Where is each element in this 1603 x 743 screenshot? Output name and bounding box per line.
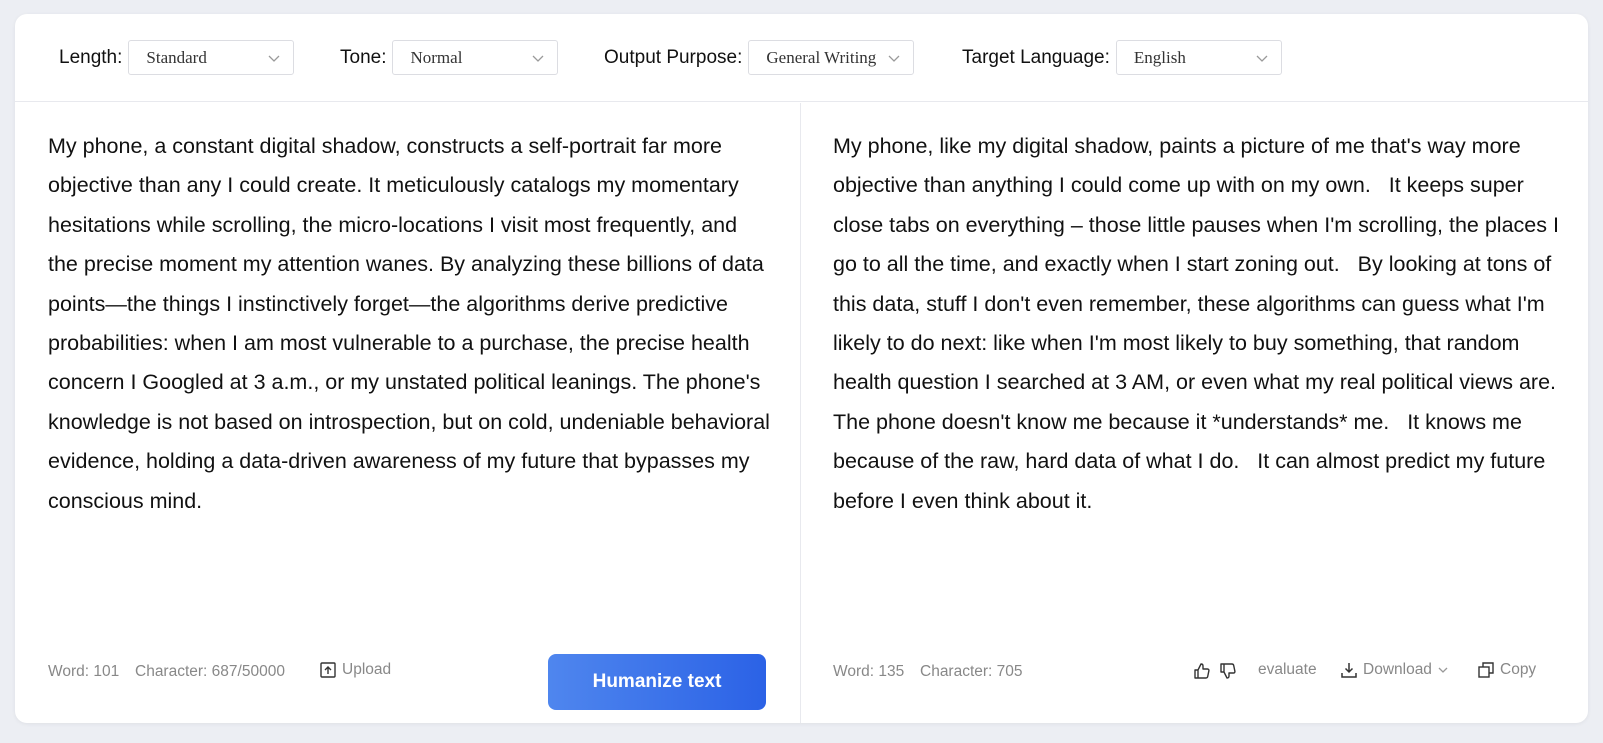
input-character-count: Character: 687/50000 <box>135 663 285 680</box>
length-value: Standard <box>146 47 207 67</box>
output-purpose-label: Output Purpose: <box>604 46 743 68</box>
input-word-count: Word: 101 <box>48 663 120 680</box>
thumbs-down-icon[interactable] <box>1218 661 1238 681</box>
output-text: My phone, like my digital shadow, paints… <box>833 134 1574 513</box>
tone-value: Normal <box>410 47 463 67</box>
thumbs-up-icon[interactable] <box>1192 661 1212 681</box>
copy-label: Copy <box>1500 661 1537 678</box>
humanizer-card: Length: Standard Tone: Normal Output Pur… <box>15 14 1588 723</box>
download-button[interactable]: Download <box>1340 661 1449 679</box>
copy-button[interactable]: Copy <box>1477 661 1536 679</box>
chevron-down-icon <box>1255 51 1269 65</box>
download-icon <box>1341 663 1357 678</box>
chevron-down-icon <box>531 51 545 65</box>
tone-label: Tone: <box>340 46 387 68</box>
input-text[interactable]: My phone, a constant digital shadow, con… <box>48 127 770 521</box>
target-language-value: English <box>1133 47 1186 67</box>
output-character-count: Character: 705 <box>920 663 1023 680</box>
output-purpose-control: Output Purpose: General Writing <box>604 40 915 75</box>
upload-button[interactable]: Upload <box>319 661 391 679</box>
chevron-down-icon <box>887 51 901 65</box>
download-label: Download <box>1363 661 1432 678</box>
output-purpose-select[interactable]: General Writing <box>748 40 915 75</box>
evaluate-label: evaluate <box>1258 661 1317 678</box>
chevron-down-icon <box>267 51 281 65</box>
output-purpose-value: General Writing <box>766 47 877 67</box>
evaluate-button[interactable]: evaluate <box>1258 661 1317 679</box>
tone-control: Tone: Normal <box>340 40 559 75</box>
output-panel: My phone, like my digital shadow, paints… <box>802 103 1588 723</box>
target-language-label: Target Language: <box>962 46 1110 68</box>
upload-label: Upload <box>342 661 392 678</box>
tone-select[interactable]: Normal <box>392 40 559 75</box>
target-language-select[interactable]: English <box>1115 40 1282 75</box>
input-footer: Word: 101 Character: 687/50000 Upload Hu… <box>15 637 800 723</box>
options-toolbar: Length: Standard Tone: Normal Output Pur… <box>15 14 1588 102</box>
upload-icon <box>320 662 336 678</box>
length-select[interactable]: Standard <box>128 40 295 75</box>
length-control: Length: Standard <box>59 40 295 75</box>
copy-icon <box>1478 662 1494 678</box>
target-language-control: Target Language: English <box>962 40 1282 75</box>
chevron-down-icon <box>1438 667 1448 673</box>
length-label: Length: <box>59 46 123 68</box>
humanize-button[interactable]: Humanize text <box>548 654 766 710</box>
input-panel: My phone, a constant digital shadow, con… <box>15 103 801 723</box>
output-footer: Word: 135 Character: 705 evaluate Downlo… <box>802 637 1588 723</box>
output-word-count: Word: 135 <box>833 663 905 680</box>
